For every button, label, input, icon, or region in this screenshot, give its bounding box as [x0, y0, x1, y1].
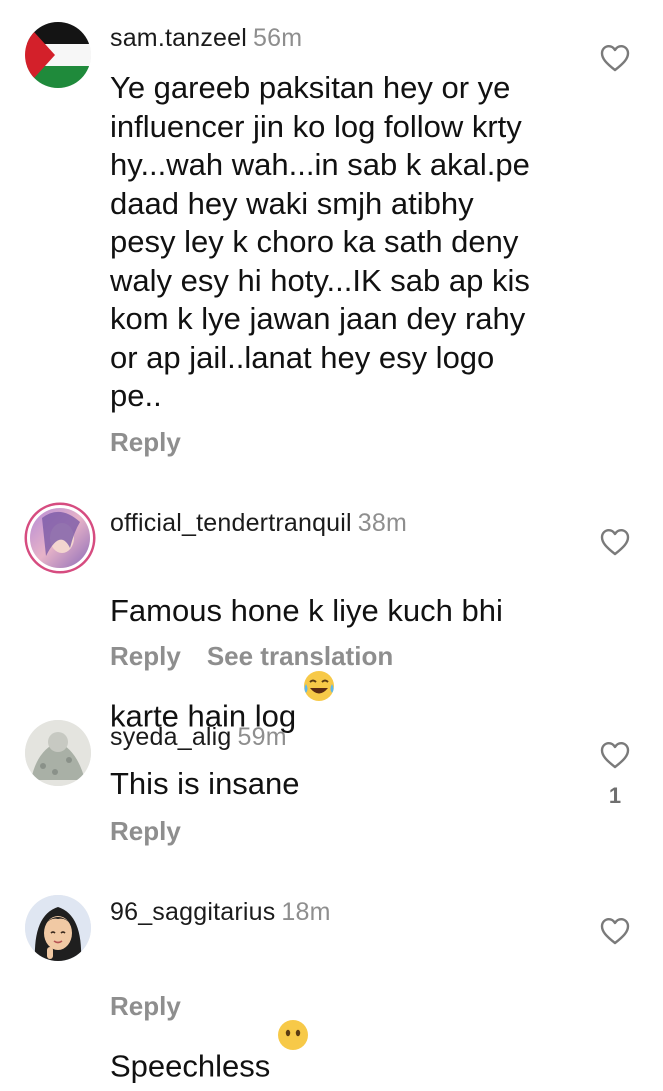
comment-actions: Reply See translation	[110, 641, 393, 672]
like-button[interactable]	[600, 44, 630, 72]
like-button[interactable]	[600, 917, 630, 945]
palestine-flag-icon	[25, 22, 91, 88]
like-button[interactable]	[600, 528, 630, 556]
heart-icon	[600, 918, 630, 945]
comment-time: 59m	[237, 723, 287, 751]
comment-header: 96_saggitarius 18m	[110, 898, 331, 927]
like-button[interactable]	[600, 741, 630, 769]
comment-text: Ye gareeb paksitan hey or ye influencer …	[110, 70, 530, 413]
comment-header: sam.tanzeel 56m	[110, 24, 302, 53]
reply-button[interactable]: Reply	[110, 991, 181, 1022]
username-link[interactable]: syeda_alig	[110, 723, 232, 751]
no-mouth-face-emoji	[276, 980, 310, 1050]
comment-time: 38m	[357, 509, 408, 537]
comment-time: 18m	[281, 898, 331, 926]
reply-button[interactable]: Reply	[110, 816, 181, 847]
heart-icon	[600, 742, 630, 769]
avatar[interactable]	[25, 895, 91, 961]
comment-actions: Reply	[110, 816, 181, 847]
comment-text-content: Speechless	[110, 1048, 271, 1083]
profile-photo-icon	[25, 720, 91, 786]
see-translation-button[interactable]: See translation	[207, 641, 393, 672]
avatar[interactable]	[27, 505, 93, 571]
profile-photo-icon	[30, 508, 90, 568]
heart-icon	[600, 529, 630, 556]
comment-header: official_tendertranquil 38m	[110, 509, 407, 538]
username-link[interactable]: 96_saggitarius	[110, 898, 275, 926]
cartoon-girl-avatar-icon	[25, 895, 91, 961]
avatar[interactable]	[25, 22, 91, 88]
reply-button[interactable]: Reply	[110, 427, 181, 458]
heart-icon	[600, 45, 630, 72]
comment-actions: Reply	[110, 427, 181, 458]
comment-time: 56m	[253, 24, 303, 52]
comment-text: This is insane	[110, 766, 300, 801]
reply-button[interactable]: Reply	[110, 641, 181, 672]
comment-actions: Reply	[110, 991, 181, 1022]
username-link[interactable]: sam.tanzeel	[110, 24, 247, 52]
username-link[interactable]: official_tendertranquil	[110, 509, 352, 537]
like-count: 1	[608, 783, 622, 808]
avatar[interactable]	[25, 720, 91, 786]
comment-header: syeda_alig 59m	[110, 723, 287, 752]
